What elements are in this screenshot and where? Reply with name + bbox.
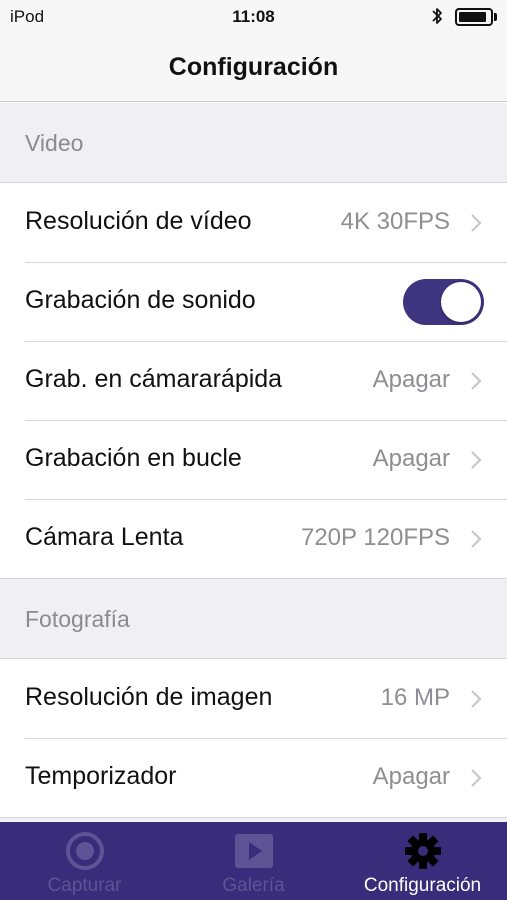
tab-label: Configuración [363,875,482,896]
row-label: Grabación de sonido [25,286,256,314]
chevron-right-icon [471,690,482,708]
chevron-right-icon [471,769,482,787]
bluetooth-icon [432,8,442,24]
battery-level [459,12,486,22]
timer-row[interactable]: Temporizador Apagar [0,738,507,817]
row-label: Resolución de vídeo [25,207,252,235]
row-label: Cámara Lenta [25,523,184,551]
photo-settings-group: Resolución de imagen 16 MP Temporizador … [0,658,507,818]
camera-icon [65,832,104,870]
row-value: 720P 120FPS [300,524,450,551]
chevron-right-icon [471,451,482,469]
tab-gallery[interactable]: Galería [169,822,338,900]
slow-motion-row[interactable]: Cámara Lenta 720P 120FPS [0,499,507,578]
row-value: 16 MP [380,684,450,711]
battery-icon [455,8,493,26]
chevron-right-icon [471,530,482,548]
play-icon [234,834,273,868]
row-label: Grabación en bucle [25,444,242,472]
page-title: Configuración [168,53,339,81]
timelapse-row[interactable]: Grab. en cámararápida Apagar [0,341,507,420]
row-value: Apagar [372,445,450,472]
settings-list[interactable]: Video Resolución de vídeo 4K 30FPS Graba… [0,103,507,822]
video-settings-group: Resolución de vídeo 4K 30FPS Grabación d… [0,182,507,579]
loop-recording-row[interactable]: Grabación en bucle Apagar [0,420,507,499]
gear-icon [404,833,441,869]
battery-tip [494,13,497,21]
navigation-bar: Configuración [0,34,507,102]
chevron-right-icon [471,372,482,390]
video-resolution-row[interactable]: Resolución de vídeo 4K 30FPS [0,183,507,262]
tab-label: Capturar [47,875,122,896]
sound-recording-toggle[interactable] [403,279,484,325]
row-label: Grab. en cámararápida [25,365,283,393]
toggle-knob [441,282,481,322]
row-label: Temporizador [25,762,177,790]
tab-capture[interactable]: Capturar [0,822,169,900]
row-value: Apagar [372,763,450,790]
sound-recording-row: Grabación de sonido [0,262,507,341]
tab-label: Galería [222,875,285,896]
section-title: Fotografía [25,606,130,632]
row-value: 4K 30FPS [340,208,450,235]
status-bar: iPod 11:08 [0,0,507,34]
section-header-photo: Fotografía [0,579,507,658]
section-title: Video [25,130,84,156]
tab-bar: Capturar Galería Configuración [0,822,507,900]
tab-settings[interactable]: Configuración [338,822,507,900]
row-label: Resolución de imagen [25,683,273,711]
section-header-video: Video [0,103,507,182]
row-value: Apagar [372,366,450,393]
chevron-right-icon [471,214,482,232]
image-resolution-row[interactable]: Resolución de imagen 16 MP [0,659,507,738]
